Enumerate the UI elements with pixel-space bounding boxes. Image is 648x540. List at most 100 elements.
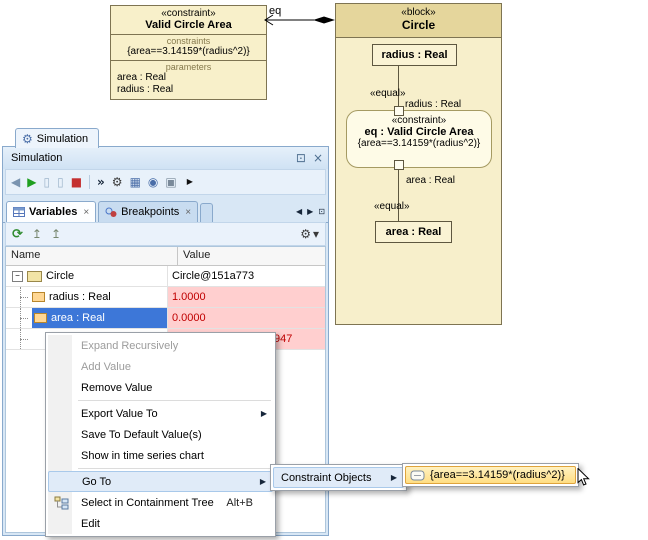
tabs-scroll-left-icon[interactable]: ◀ xyxy=(296,207,302,216)
parameter-area: area : Real xyxy=(115,72,262,84)
simulation-toolbar: ◀ ▶ ▯ ▯ ■ » ⚙ ▦ ◉ ▣ ▶ xyxy=(5,169,326,195)
tree-expander-icon[interactable]: − xyxy=(12,271,23,282)
step-document-icon[interactable]: ▯ xyxy=(43,176,50,188)
block-instance-icon xyxy=(27,271,42,282)
play-icon[interactable]: ▶ xyxy=(27,176,36,188)
value-property-icon xyxy=(32,292,45,302)
constraint-property-stereotype: «constraint» xyxy=(347,115,491,126)
breakpoint-icon xyxy=(105,206,117,218)
export-box-icon[interactable]: ▣ xyxy=(165,176,176,188)
table-header: Name Value xyxy=(6,247,325,266)
tab-variables-close-icon[interactable]: × xyxy=(83,207,89,218)
mouse-cursor-icon xyxy=(577,468,590,487)
menu-item-select-in-containment-tree[interactable]: Select in Containment Tree Alt+B xyxy=(48,492,273,513)
simulation-title: Simulation xyxy=(11,152,62,164)
eq-connector[interactable]: eq xyxy=(260,4,340,28)
simulation-tab-label: Simulation xyxy=(37,133,88,145)
constraint-block-valid-circle-area[interactable]: «constraint» Valid Circle Area constrain… xyxy=(110,5,267,100)
menu-separator xyxy=(78,400,271,401)
parameters-label: parameters xyxy=(115,62,262,72)
menu-item-add-value[interactable]: Add Value xyxy=(48,356,273,377)
simulation-window-tab[interactable]: ⚙ Simulation xyxy=(15,128,99,148)
parameter-radius: radius : Real xyxy=(115,84,262,96)
constraint-property-box[interactable]: «constraint» eq : Valid Circle Area {are… xyxy=(346,110,492,168)
constraint-block-title: Valid Circle Area xyxy=(113,19,264,31)
menu-item-edit[interactable]: Edit xyxy=(48,513,273,534)
menu-item-show-in-time-series-chart[interactable]: Show in time series chart xyxy=(48,445,273,466)
area-part-box[interactable]: area : Real xyxy=(375,221,452,243)
area-parameter-pin[interactable] xyxy=(394,160,404,170)
options-gear-icon[interactable]: ⚙ xyxy=(300,228,311,240)
block-circle[interactable]: «block» Circle radius : Real «equal» rad… xyxy=(335,3,502,325)
equal-stereotype-top: «equal» xyxy=(370,88,406,99)
selected-row-highlight[interactable]: area : Real xyxy=(32,308,167,328)
binding-connector-bottom[interactable] xyxy=(398,169,399,221)
gear-icon[interactable]: ⚙ xyxy=(112,176,123,188)
toolbar-overflow-icon[interactable]: ▶ xyxy=(187,178,193,186)
table-row-area-selected[interactable]: area : Real 0.0000 xyxy=(6,308,325,329)
float-window-icon[interactable]: ⊡ xyxy=(296,151,306,165)
tabs-scroll-right-icon[interactable]: ▶ xyxy=(307,207,313,216)
submenu-arrow-icon: ▶ xyxy=(260,477,266,486)
constraint-block-name-compartment: «constraint» Valid Circle Area xyxy=(111,6,266,34)
menu-item-go-to[interactable]: Go To ▶ xyxy=(48,471,273,492)
tab-breakpoints[interactable]: Breakpoints × xyxy=(98,201,198,222)
constraints-compartment: constraints {area==3.14159*(radius^2)} xyxy=(111,34,266,60)
radius-binding-label: radius : Real xyxy=(405,99,461,110)
table-row-radius[interactable]: radius : Real 1.0000 xyxy=(6,287,325,308)
row-area-name: area : Real xyxy=(51,312,105,324)
gear-caret-icon[interactable]: ▾ xyxy=(313,228,319,240)
radius-parameter-pin[interactable] xyxy=(394,106,404,116)
toggle-options-icon[interactable]: ◉ xyxy=(148,176,158,188)
grid-layout-icon[interactable]: ▦ xyxy=(130,176,141,188)
radius-part-box[interactable]: radius : Real xyxy=(372,44,457,66)
column-header-name[interactable]: Name xyxy=(6,247,178,265)
navigate-back-icon[interactable]: ◀ xyxy=(11,176,20,188)
tab-variables[interactable]: Variables × xyxy=(6,201,96,222)
containment-tree-icon xyxy=(54,496,69,510)
toolbar-separator xyxy=(89,175,90,189)
menu-shortcut: Alt+B xyxy=(226,497,265,509)
constraint-property-name: eq : Valid Circle Area xyxy=(347,126,491,138)
block-title: Circle xyxy=(336,18,501,32)
column-header-value[interactable]: Value xyxy=(178,247,215,265)
block-stereotype: «block» xyxy=(336,7,501,18)
simulation-gear-icon: ⚙ xyxy=(22,133,33,145)
tab-partial[interactable] xyxy=(200,203,213,222)
submenu-arrow-icon: ▶ xyxy=(261,409,267,418)
equal-stereotype-bottom: «equal» xyxy=(374,201,410,212)
stop-icon[interactable]: ■ xyxy=(71,176,82,188)
save-defaults-icon[interactable]: ↥ xyxy=(51,228,61,240)
area-binding-label: area : Real xyxy=(406,175,455,186)
menu-item-constraint-object[interactable]: {area==3.14159*(radius^2)} xyxy=(405,466,576,484)
tree-branch-icon xyxy=(6,308,32,328)
menu-item-expand-recursively[interactable]: Expand Recursively xyxy=(48,335,273,356)
menu-item-export-value-to[interactable]: Export Value To ▶ xyxy=(48,403,273,424)
menu-item-remove-value[interactable]: Remove Value xyxy=(48,377,273,398)
constraint-objects-submenu: {area==3.14159*(radius^2)} xyxy=(402,463,579,487)
block-header: «block» Circle xyxy=(336,4,501,38)
close-window-icon[interactable]: × xyxy=(313,151,323,165)
tab-breakpoints-close-icon[interactable]: × xyxy=(185,207,191,218)
export-values-icon[interactable]: ↥ xyxy=(32,228,42,240)
tabs-maximize-icon[interactable]: ⊡ xyxy=(318,207,325,216)
variables-toolbar: ⟳ ↥ ↥ ⚙ ▾ xyxy=(5,222,326,246)
menu-item-save-to-default-values[interactable]: Save To Default Value(s) xyxy=(48,424,273,445)
refresh-icon[interactable]: ⟳ xyxy=(12,228,23,241)
menu-item-constraint-objects[interactable]: Constraint Objects ▶ xyxy=(273,467,404,488)
table-icon xyxy=(13,206,25,218)
table-row-circle[interactable]: − Circle Circle@151a773 xyxy=(6,266,325,287)
chevrons-icon[interactable]: » xyxy=(97,176,105,188)
step-document-icon-2[interactable]: ▯ xyxy=(57,176,64,188)
row-circle-value[interactable]: Circle@151a773 xyxy=(168,266,325,286)
row-area-value[interactable]: 0.0000 xyxy=(168,308,325,328)
row-radius-value[interactable]: 1.0000 xyxy=(168,287,325,307)
constraint-property-expression: {area==3.14159*(radius^2)} xyxy=(347,138,491,149)
tree-branch-icon xyxy=(6,287,32,307)
row-circle-name: Circle xyxy=(46,270,74,282)
filled-diamond-icon xyxy=(313,17,335,24)
go-to-submenu: Constraint Objects ▶ xyxy=(270,464,407,491)
connector-label: eq xyxy=(269,5,281,17)
constraints-label: constraints xyxy=(115,36,262,46)
row-radius-name: radius : Real xyxy=(49,291,111,303)
